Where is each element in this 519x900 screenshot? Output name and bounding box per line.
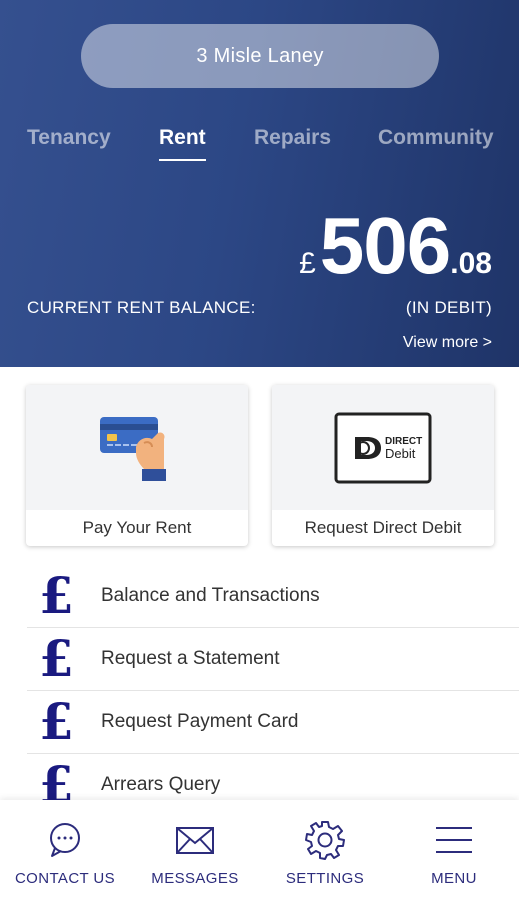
- balance-status: (IN DEBIT): [405, 298, 492, 317]
- pound-icon: £: [39, 629, 74, 688]
- gear-icon: [305, 821, 345, 860]
- nav-messages[interactable]: MESSAGES: [130, 800, 260, 900]
- nav-menu-label: MENU: [431, 870, 477, 887]
- tab-rent[interactable]: Rent: [159, 126, 206, 150]
- bottom-navigation: CONTACT US MESSAGES SETTINGS MENU: [0, 800, 519, 900]
- list-item-balance-transactions[interactable]: £ Balance and Transactions: [27, 565, 519, 628]
- property-address: 3 Misle Laney: [196, 44, 324, 67]
- list-item-label: Request a Statement: [101, 648, 280, 669]
- list-item-label: Arrears Query: [101, 774, 221, 795]
- nav-settings[interactable]: SETTINGS: [260, 800, 390, 900]
- pound-icon: £: [39, 692, 74, 751]
- balance-pounds: 506: [319, 201, 451, 290]
- property-address-selector[interactable]: 3 Misle Laney: [81, 24, 439, 88]
- hamburger-menu-icon: [436, 827, 472, 853]
- balance-currency: £: [299, 247, 316, 280]
- list-item-label: Request Payment Card: [101, 711, 299, 732]
- tab-tenancy[interactable]: Tenancy: [27, 126, 111, 150]
- nav-contact-us[interactable]: CONTACT US: [0, 800, 130, 900]
- request-direct-debit-label: Request Direct Debit: [304, 518, 462, 537]
- chat-bubble-icon: [50, 823, 80, 857]
- pay-your-rent-label: Pay Your Rent: [82, 518, 192, 537]
- view-more-link[interactable]: View more >: [403, 334, 492, 352]
- envelope-icon: [176, 827, 214, 854]
- nav-messages-label: MESSAGES: [151, 870, 239, 887]
- direct-debit-logo-line2: Debit: [385, 446, 416, 461]
- direct-debit-icon: DIRECT Debit: [334, 412, 432, 483]
- rent-balance-amount: £ 506 .08: [299, 206, 492, 286]
- pay-your-rent-card[interactable]: Pay Your Rent: [26, 385, 248, 546]
- pound-icon: £: [39, 566, 74, 625]
- section-tabs: Tenancy Rent Repairs Community: [0, 126, 519, 166]
- card-image-area: [26, 385, 248, 510]
- tab-repairs[interactable]: Repairs: [254, 126, 331, 150]
- active-tab-indicator: [159, 159, 206, 161]
- nav-settings-label: SETTINGS: [285, 870, 365, 887]
- nav-menu[interactable]: MENU: [389, 800, 519, 900]
- rent-options-list: £ Balance and Transactions £ Request a S…: [27, 565, 519, 817]
- list-item-label: Balance and Transactions: [101, 585, 320, 606]
- nav-contact-us-label: CONTACT US: [14, 870, 116, 887]
- balance-label: CURRENT RENT BALANCE:: [27, 298, 256, 317]
- credit-card-hand-icon: [100, 416, 166, 481]
- card-image-area: DIRECT Debit: [272, 385, 494, 510]
- rent-header: 3 Misle Laney Tenancy Rent Repairs Commu…: [0, 0, 519, 367]
- request-direct-debit-card[interactable]: DIRECT Debit Request Direct Debit: [272, 385, 494, 546]
- list-item-request-statement[interactable]: £ Request a Statement: [27, 628, 519, 691]
- balance-pence: .08: [450, 247, 492, 280]
- list-item-request-payment-card[interactable]: £ Request Payment Card: [27, 691, 519, 754]
- tab-community[interactable]: Community: [378, 126, 494, 150]
